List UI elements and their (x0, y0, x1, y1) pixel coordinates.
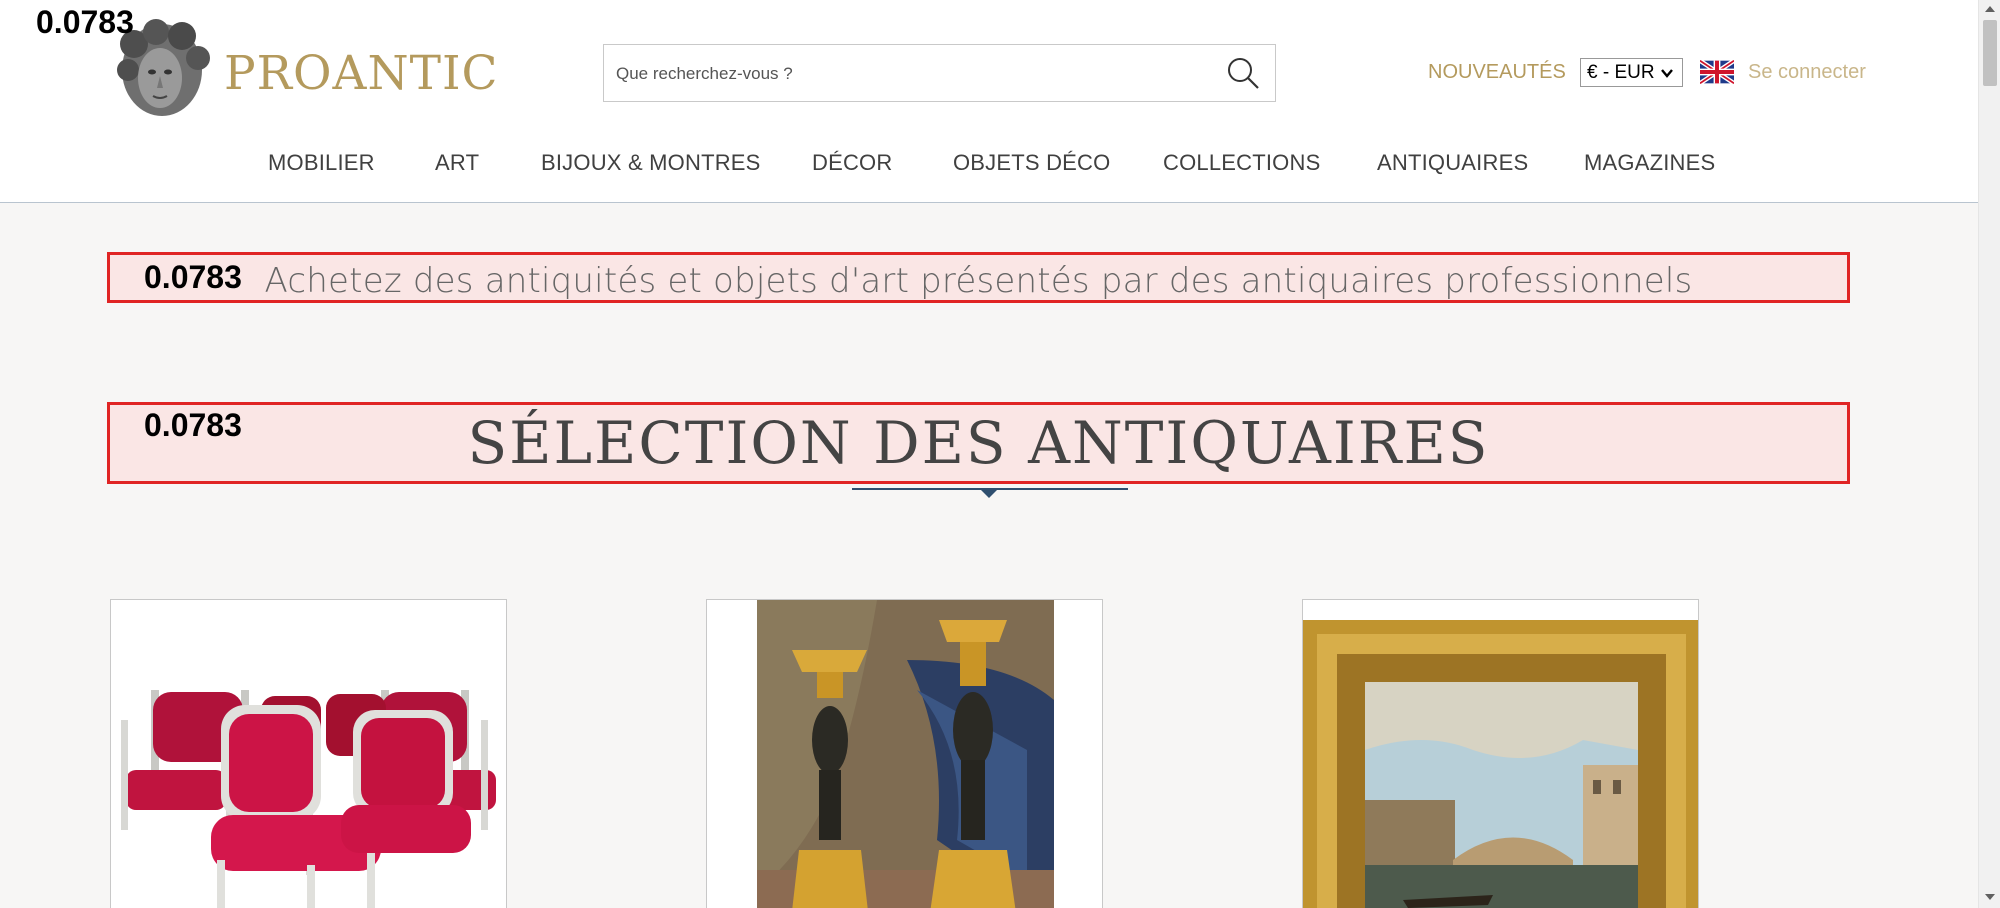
currency-value: € - EUR (1587, 62, 1655, 83)
section-title: SÉLECTION DES ANTIQUAIRES (467, 409, 1490, 477)
search-icon[interactable] (1225, 55, 1261, 91)
tagline-text: Achetez des antiquités et objets d'art p… (264, 261, 1693, 301)
nav-item-art[interactable]: ART (435, 150, 479, 176)
nav-item-magazines[interactable]: MAGAZINES (1584, 150, 1715, 176)
nav-item-collections[interactable]: COLLECTIONS (1163, 150, 1320, 176)
nav-item-bijoux-montres[interactable]: BIJOUX & MONTRES (541, 150, 761, 176)
chevron-down-icon (1661, 69, 1673, 78)
venice-painting-gilt-frame-image (1303, 600, 1698, 908)
nav-item-objets-deco[interactable]: OBJETS DÉCO (953, 150, 1110, 176)
tagline-highlight-box: 0.0783 Achetez des antiquités et objets … (107, 252, 1850, 303)
page-scrollbar[interactable] (1978, 0, 2000, 908)
scroll-up-arrow-icon[interactable] (1984, 4, 1996, 14)
scrollbar-thumb[interactable] (1983, 20, 1997, 86)
nav-item-mobilier[interactable]: MOBILIER (268, 150, 375, 176)
product-card[interactable] (110, 599, 507, 908)
product-card[interactable] (706, 599, 1103, 908)
nouveautes-link[interactable]: NOUVEAUTÉS (1428, 61, 1566, 84)
uk-flag-icon[interactable] (1700, 60, 1734, 84)
nav-item-antiquaires[interactable]: ANTIQUAIRES (1377, 150, 1528, 176)
currency-select[interactable]: € - EUR (1580, 58, 1683, 87)
gilt-bronze-candlesticks-image (707, 600, 1102, 908)
scroll-down-arrow-icon[interactable] (1984, 892, 1996, 902)
red-velvet-armchairs-image (111, 600, 506, 908)
section-title-highlight-box: 0.0783 SÉLECTION DES ANTIQUAIRES (107, 402, 1850, 484)
nav-item-decor[interactable]: DÉCOR (812, 150, 892, 176)
brand-name[interactable]: PROANTIC (224, 46, 499, 101)
search-input[interactable] (616, 60, 1196, 88)
product-card[interactable] (1302, 599, 1699, 908)
debug-score-label: 0.0783 (36, 4, 134, 40)
site-header: 0.0783 PROANTIC NOUVEAUTÉS € - EUR Se (0, 0, 1978, 203)
search-bar (603, 44, 1276, 102)
divider-arrow (981, 490, 997, 498)
login-link[interactable]: Se connecter (1748, 61, 1866, 84)
